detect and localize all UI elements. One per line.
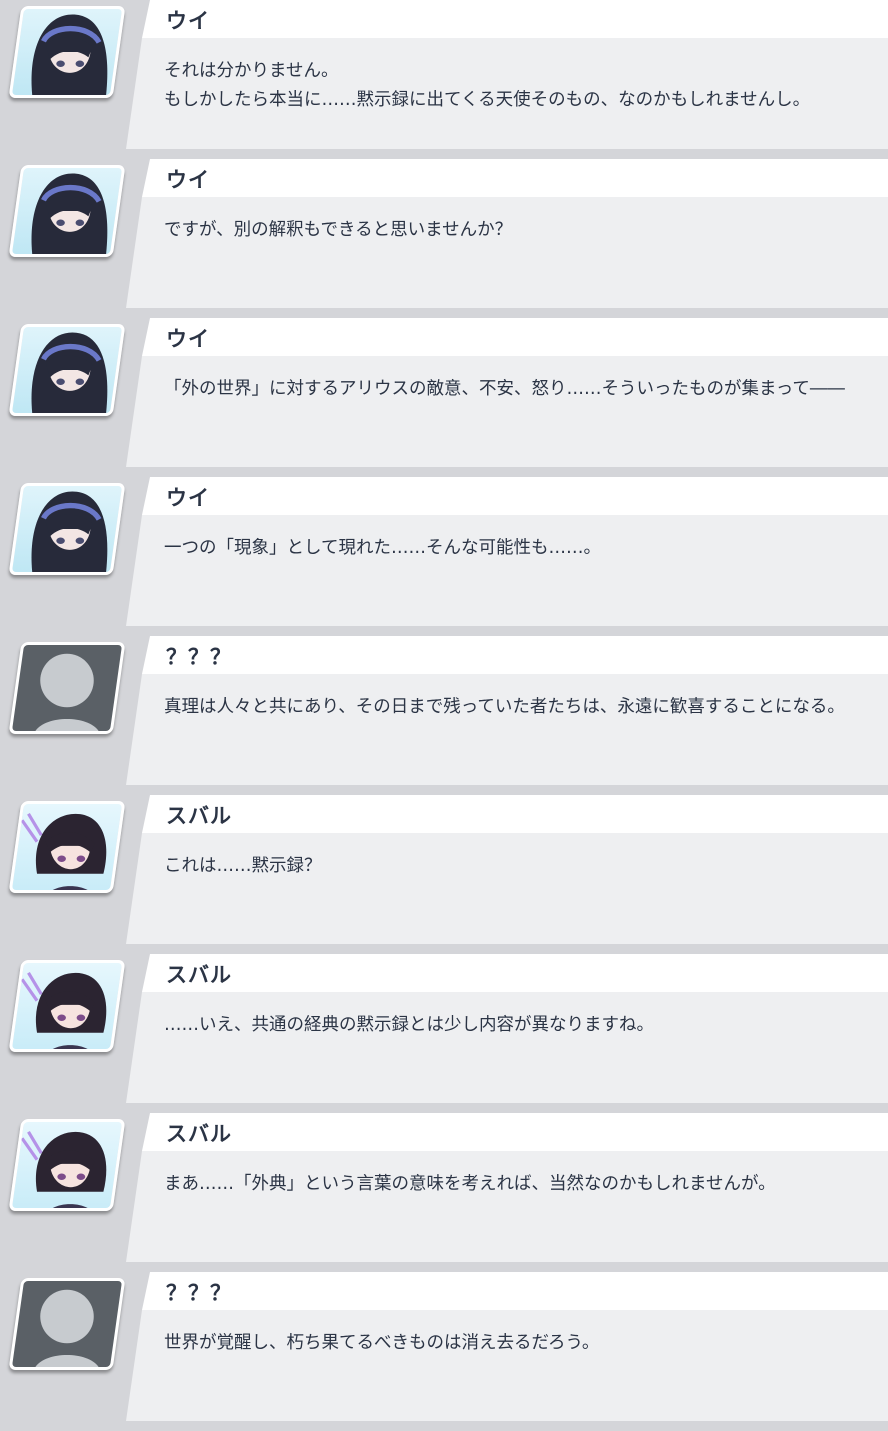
ui-portrait-icon xyxy=(8,6,126,98)
subaru-portrait-icon xyxy=(20,971,107,1052)
speaker-name: ？？？ xyxy=(166,645,232,669)
message-line: もしかしたら本当に……黙示録に出てくる天使そのもの、なのかもしれませんし。 xyxy=(164,90,811,110)
log-entry: ？？？ 世界が覚醒し、朽ち果てるべきものは消え去るだろう。 xyxy=(0,1272,888,1431)
message-line: それは分かりません。 xyxy=(164,61,339,81)
speaker-name: ウイ xyxy=(166,486,210,510)
log-entry: ウイ 「外の世界」に対するアリウスの敵意、不安、怒り……そういったものが集まって… xyxy=(0,318,888,477)
ui-portrait-icon xyxy=(8,483,126,575)
dialogue-log[interactable]: ウイ それは分かりません。 もしかしたら本当に……黙示録に出てくる天使そのもの、… xyxy=(0,0,888,1430)
name-header: ウイ xyxy=(142,0,888,38)
name-header: スバル xyxy=(142,1113,888,1151)
name-header: ウイ xyxy=(142,318,888,356)
subaru-portrait-icon xyxy=(8,960,126,1052)
name-header: スバル xyxy=(142,954,888,992)
subaru-portrait-icon xyxy=(8,801,126,893)
speaker-name: スバル xyxy=(166,804,232,828)
log-entry: ウイ 一つの「現象」として現れた……そんな可能性も……。 xyxy=(0,477,888,636)
subaru-portrait-icon xyxy=(20,1130,107,1211)
log-entry: スバル まあ……「外典」という言葉の意味を考えれば、当然なのかもしれませんが。 xyxy=(0,1113,888,1272)
ui-portrait-icon xyxy=(31,14,108,98)
message-body: ……いえ、共通の経典の黙示録とは少し内容が異なりますね。 xyxy=(126,992,888,1103)
message-body: それは分かりません。 もしかしたら本当に……黙示録に出てくる天使そのもの、なのか… xyxy=(126,38,888,149)
ui-portrait-icon xyxy=(31,332,108,416)
speaker-name: ？？？ xyxy=(166,1281,232,1305)
log-entry: スバル これは……黙示録？ xyxy=(0,795,888,954)
message-line: 世界が覚醒し、朽ち果てるべきものは消え去るだろう。 xyxy=(164,1333,600,1353)
name-header: ウイ xyxy=(142,159,888,197)
message-body: 一つの「現象」として現れた……そんな可能性も……。 xyxy=(126,515,888,626)
unknown-silhouette-icon xyxy=(32,1289,102,1370)
message-body: これは……黙示録？ xyxy=(126,833,888,944)
ui-portrait-icon xyxy=(8,324,126,416)
message-body: ですが、別の解釈もできると思いませんか？ xyxy=(126,197,888,308)
speaker-name: ウイ xyxy=(166,327,210,351)
subaru-portrait-icon xyxy=(20,812,107,893)
unknown-silhouette-icon xyxy=(32,653,102,734)
log-entry: ウイ ですが、別の解釈もできると思いませんか？ xyxy=(0,159,888,318)
speaker-name: スバル xyxy=(166,1122,232,1146)
message-line: これは……黙示録？ xyxy=(164,856,322,876)
log-entry: スバル ……いえ、共通の経典の黙示録とは少し内容が異なりますね。 xyxy=(0,954,888,1113)
message-line: 真理は人々と共にあり、その日まで残っていた者たちは、永遠に歓喜することになる。 xyxy=(164,697,845,717)
message-line: まあ……「外典」という言葉の意味を考えれば、当然なのかもしれませんが。 xyxy=(164,1174,776,1194)
name-header: スバル xyxy=(142,795,888,833)
ui-portrait-icon xyxy=(31,491,108,575)
message-body: 「外の世界」に対するアリウスの敵意、不安、怒り……そういったものが集まって―― xyxy=(126,356,888,467)
subaru-portrait-icon xyxy=(8,1119,126,1211)
speaker-name: ウイ xyxy=(166,168,210,192)
unknown-silhouette-icon xyxy=(8,1278,126,1370)
name-header: ？？？ xyxy=(142,636,888,674)
message-body: まあ……「外典」という言葉の意味を考えれば、当然なのかもしれませんが。 xyxy=(126,1151,888,1262)
message-line: ですが、別の解釈もできると思いませんか？ xyxy=(164,220,513,240)
ui-portrait-icon xyxy=(8,165,126,257)
message-body: 世界が覚醒し、朽ち果てるべきものは消え去るだろう。 xyxy=(126,1310,888,1421)
unknown-silhouette-icon xyxy=(8,642,126,734)
ui-portrait-icon xyxy=(31,173,108,257)
log-entry: ？？？ 真理は人々と共にあり、その日まで残っていた者たちは、永遠に歓喜することに… xyxy=(0,636,888,795)
name-header: ウイ xyxy=(142,477,888,515)
message-line: 「外の世界」に対するアリウスの敵意、不安、怒り……そういったものが集まって―― xyxy=(164,379,845,399)
name-header: ？？？ xyxy=(142,1272,888,1310)
speaker-name: ウイ xyxy=(166,9,210,33)
log-entry: ウイ それは分かりません。 もしかしたら本当に……黙示録に出てくる天使そのもの、… xyxy=(0,0,888,159)
speaker-name: スバル xyxy=(166,963,232,987)
message-line: 一つの「現象」として現れた……そんな可能性も……。 xyxy=(164,538,601,558)
message-body: 真理は人々と共にあり、その日まで残っていた者たちは、永遠に歓喜することになる。 xyxy=(126,674,888,785)
message-line: ……いえ、共通の経典の黙示録とは少し内容が異なりますね。 xyxy=(164,1015,654,1035)
